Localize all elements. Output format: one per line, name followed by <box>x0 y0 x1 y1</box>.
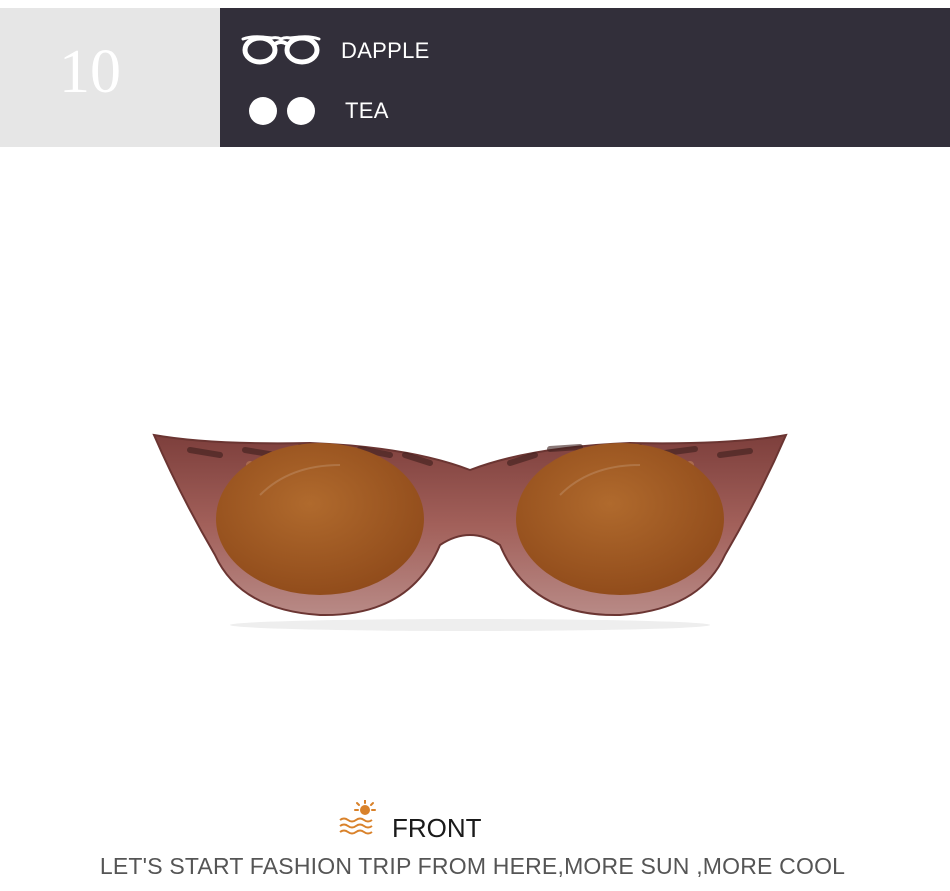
view-caption: FRONT <box>338 800 538 843</box>
lens-color-row: TEA <box>240 91 640 131</box>
frame-color-label: DAPPLE <box>341 38 430 63</box>
variant-number: 10 <box>59 38 121 106</box>
sun-over-water-icon <box>339 800 376 835</box>
view-label: FRONT <box>392 813 482 843</box>
lens-color-label: TEA <box>345 98 389 123</box>
variant-info-box: DAPPLE TEA <box>220 8 950 147</box>
cat-eye-sunglasses-image <box>152 433 788 631</box>
lens-icon <box>249 97 315 125</box>
glasses-frame-icon <box>241 35 321 65</box>
product-header: 10 DAPPLE TEA <box>0 8 950 147</box>
variant-number-box: 10 <box>0 8 220 147</box>
slogan-text: LET'S START FASHION TRIP FROM HERE,MORE … <box>99 853 846 879</box>
frame-color-row: DAPPLE <box>240 31 640 71</box>
